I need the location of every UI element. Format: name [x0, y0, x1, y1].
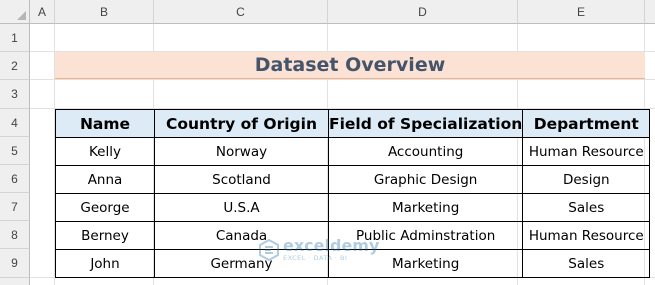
- dataset-table: Name Country of Origin Field of Speciali…: [55, 109, 651, 278]
- row-header-10-partial[interactable]: [0, 278, 30, 285]
- header-field[interactable]: Field of Specialization: [327, 109, 524, 138]
- cell-field[interactable]: Marketing: [327, 249, 524, 278]
- row-header-7[interactable]: 7: [0, 193, 30, 221]
- row-header-3[interactable]: 3: [0, 80, 30, 109]
- header-name[interactable]: Name: [55, 109, 155, 138]
- column-header-e[interactable]: E: [518, 0, 645, 24]
- column-header-b[interactable]: B: [55, 0, 154, 24]
- cell-field[interactable]: Marketing: [327, 193, 524, 222]
- row-header-1[interactable]: 1: [0, 24, 30, 52]
- column-header-a[interactable]: A: [30, 0, 55, 24]
- page-title: Dataset Overview: [254, 54, 446, 76]
- row-header-9[interactable]: 9: [0, 249, 30, 278]
- cell-country[interactable]: U.S.A: [154, 193, 329, 222]
- header-department[interactable]: Department: [522, 109, 651, 138]
- cell-country[interactable]: Scotland: [154, 165, 329, 194]
- gridline: [30, 79, 655, 80]
- spreadsheet-grid: A B C D E 1 2 3 4 5 6 7 8 9 Dataset Over…: [0, 0, 655, 285]
- table-row: John Germany Marketing Sales: [55, 249, 651, 278]
- cell-name[interactable]: Berney: [55, 221, 155, 250]
- cell-name[interactable]: Kelly: [55, 137, 155, 166]
- cell-department[interactable]: Human Resource: [522, 137, 651, 166]
- title-cell[interactable]: Dataset Overview: [55, 52, 645, 79]
- column-header-c[interactable]: C: [154, 0, 328, 24]
- row-header-6[interactable]: 6: [0, 165, 30, 193]
- cell-name[interactable]: John: [55, 249, 155, 278]
- cell-department[interactable]: Design: [522, 165, 651, 194]
- column-header-f-partial[interactable]: [645, 0, 655, 24]
- row-header-5[interactable]: 5: [0, 137, 30, 165]
- cell-department[interactable]: Sales: [522, 193, 651, 222]
- table-row: Anna Scotland Graphic Design Design: [55, 165, 651, 194]
- cell-name[interactable]: George: [55, 193, 155, 222]
- select-all-corner[interactable]: [0, 0, 30, 24]
- cell-country[interactable]: Germany: [154, 249, 329, 278]
- table-row: Kelly Norway Accounting Human Resource: [55, 137, 651, 166]
- cell-field[interactable]: Graphic Design: [327, 165, 524, 194]
- cell-field[interactable]: Accounting: [327, 137, 524, 166]
- cell-department[interactable]: Sales: [522, 249, 651, 278]
- row-header-2[interactable]: 2: [0, 52, 30, 80]
- column-header-d[interactable]: D: [328, 0, 518, 24]
- select-all-icon: [17, 11, 26, 20]
- table-row: Berney Canada Public Adminstration Human…: [55, 221, 651, 250]
- cell-country[interactable]: Canada: [154, 221, 329, 250]
- row-header-4[interactable]: 4: [0, 109, 30, 137]
- cell-field[interactable]: Public Adminstration: [327, 221, 524, 250]
- table-header-row: Name Country of Origin Field of Speciali…: [55, 109, 651, 138]
- cell-department[interactable]: Human Resource: [522, 221, 651, 250]
- cell-name[interactable]: Anna: [55, 165, 155, 194]
- cell-country[interactable]: Norway: [154, 137, 329, 166]
- header-country[interactable]: Country of Origin: [154, 109, 329, 138]
- row-header-8[interactable]: 8: [0, 221, 30, 249]
- table-row: George U.S.A Marketing Sales: [55, 193, 651, 222]
